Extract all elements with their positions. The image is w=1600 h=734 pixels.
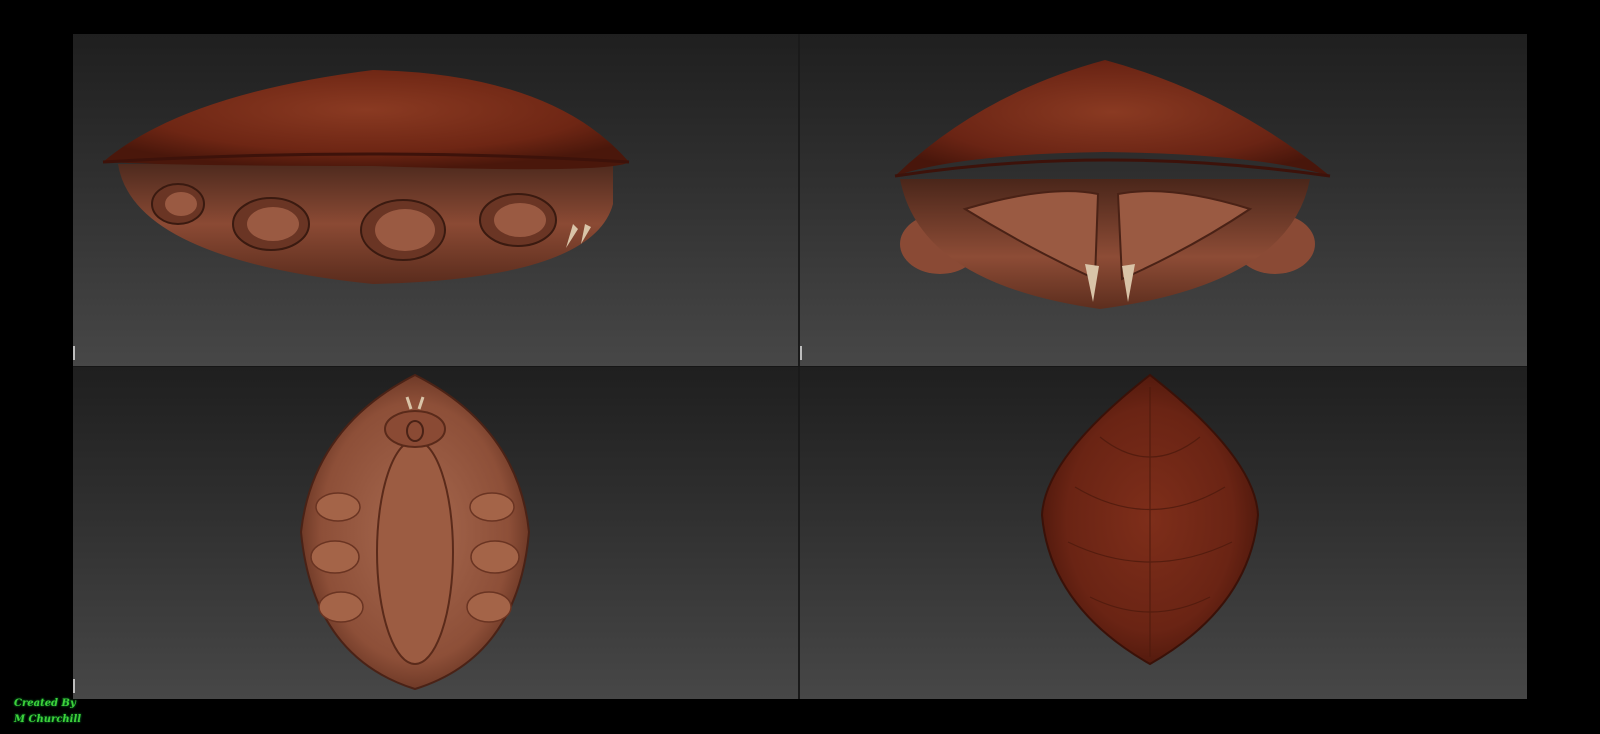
viewport-divider-horizontal bbox=[73, 366, 1527, 367]
model-side-view bbox=[102, 70, 630, 284]
viewport-front[interactable] bbox=[800, 34, 1527, 366]
viewport-top[interactable] bbox=[800, 367, 1527, 699]
viewport-side[interactable] bbox=[73, 34, 798, 366]
model-front-view bbox=[894, 60, 1331, 309]
viewport-bottom[interactable] bbox=[73, 367, 798, 699]
author-credit: Created By M Churchill bbox=[14, 696, 81, 728]
credit-line-1: Created By bbox=[14, 698, 76, 709]
model-top-view bbox=[1040, 373, 1260, 666]
viewport-corner-marker bbox=[73, 679, 75, 693]
model-bottom-view bbox=[299, 373, 531, 691]
credit-line-2: M Churchill bbox=[14, 714, 82, 725]
viewport-corner-marker bbox=[800, 346, 802, 360]
viewport-corner-marker bbox=[73, 346, 75, 360]
